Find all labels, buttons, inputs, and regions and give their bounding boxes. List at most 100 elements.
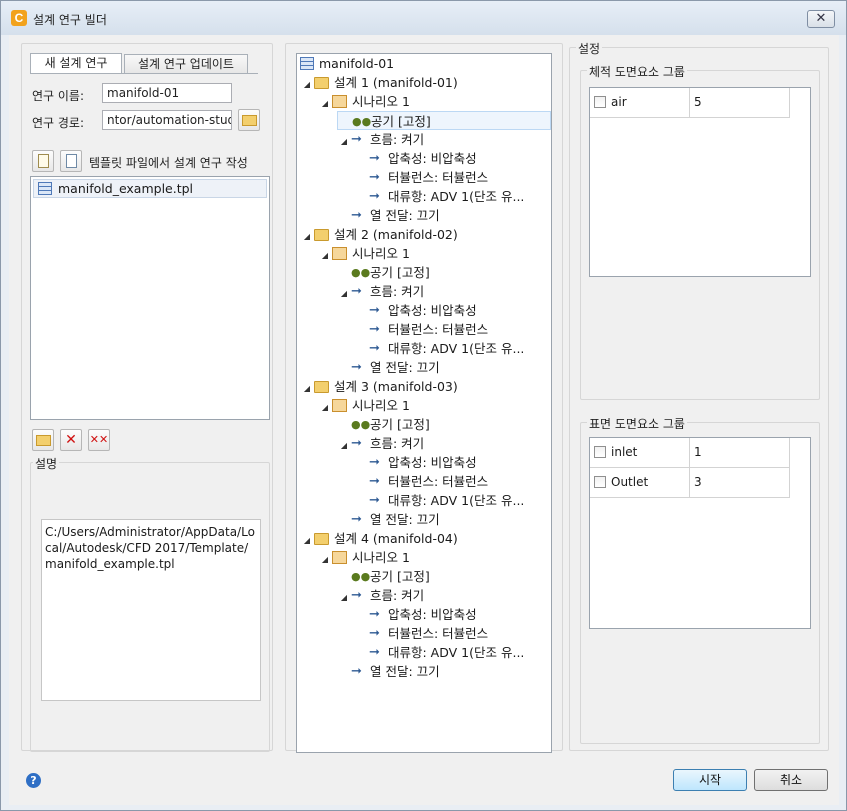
tree-flow[interactable]: ◢ ➞ 흐름: 켜기 — [337, 586, 424, 605]
collapse-triangle-icon[interactable]: ◢ — [300, 531, 314, 550]
tree-material-label: 공기 [고정] — [370, 569, 430, 584]
new-file-button[interactable] — [32, 150, 54, 172]
tree-flow[interactable]: ◢ ➞ 흐름: 켜기 — [337, 434, 424, 453]
volume-value-cell[interactable]: 5 — [690, 88, 790, 118]
tree-heat[interactable]: ➞ 열 전달: 끄기 — [337, 510, 440, 529]
tree-flow[interactable]: ◢ ➞ 흐름: 켜기 — [337, 282, 424, 301]
study-path-input[interactable]: ntor/automation-study — [102, 110, 232, 130]
app-logo-icon: C — [11, 10, 27, 26]
template-create-label: 템플릿 파일에서 설계 연구 작성 — [89, 156, 248, 170]
arrow-icon: ➞ — [351, 511, 362, 527]
tree-flow-label: 흐름: 켜기 — [370, 436, 425, 451]
collapse-triangle-icon[interactable]: ◢ — [318, 398, 332, 417]
study-name-input[interactable]: manifold-01 — [102, 83, 232, 103]
tree-flow-item[interactable]: ➞ 대류항: ADV 1(단조 유... — [355, 187, 524, 206]
tree-flow-item[interactable]: ➞ 터뷸런스: 터뷸런스 — [355, 168, 488, 187]
tree-material[interactable]: ●●공기 [고정] — [337, 263, 430, 282]
tree-flow[interactable]: ◢ ➞ 흐름: 켜기 — [337, 130, 424, 149]
tree-heat-label: 열 전달: 끄기 — [370, 512, 440, 527]
tree-scenario[interactable]: ◢ 시나리오 1 — [318, 548, 410, 567]
tree-design-3[interactable]: ◢ 설계 3 (manifold-03) — [300, 377, 458, 396]
table-row[interactable]: Outlet 3 — [590, 468, 790, 498]
tree-scenario[interactable]: ◢ 시나리오 1 — [318, 92, 410, 111]
collapse-triangle-icon[interactable]: ◢ — [318, 550, 332, 569]
folder-open-icon — [242, 115, 257, 126]
tree-flow-item[interactable]: ➞ 압축성: 비압축성 — [355, 453, 477, 472]
collapse-triangle-icon[interactable]: ◢ — [337, 132, 351, 151]
collapse-triangle-icon[interactable]: ◢ — [318, 246, 332, 265]
row-checkbox[interactable] — [594, 95, 606, 108]
table-icon — [38, 182, 52, 195]
design-tree[interactable]: manifold-01 ◢ 설계 1 (manifold-01) ◢ 시나리오 1 … — [296, 53, 552, 753]
tree-design-4[interactable]: ◢ 설계 4 (manifold-04) — [300, 529, 458, 548]
tree-flow-item[interactable]: ➞ 압축성: 비압축성 — [355, 149, 477, 168]
arrow-icon: ➞ — [351, 283, 362, 299]
start-button[interactable]: 시작 — [673, 769, 747, 791]
blank-page-button[interactable] — [60, 150, 82, 172]
tree-flow-item-label: 대류항: ADV 1(단조 유... — [388, 189, 525, 204]
tree-flow-item[interactable]: ➞ 대류항: ADV 1(단조 유... — [355, 339, 524, 358]
collapse-triangle-icon[interactable]: ◢ — [337, 436, 351, 455]
surface-name-cell: inlet — [590, 438, 690, 468]
tree-root[interactable]: manifold-01 — [300, 54, 394, 73]
tree-material-label: 공기 [고정] — [370, 417, 430, 432]
help-icon[interactable]: ? — [26, 773, 41, 788]
tree-scenario[interactable]: ◢ 시나리오 1 — [318, 244, 410, 263]
list-item[interactable]: manifold_example.tpl — [33, 179, 267, 198]
close-button[interactable]: ✕ — [807, 10, 835, 28]
tree-flow-item[interactable]: ➞ 터뷸런스: 터뷸런스 — [355, 472, 488, 491]
row-checkbox[interactable] — [594, 445, 606, 458]
description-text: C:/Users/Administrator/AppData/Local/Aut… — [41, 519, 261, 701]
tree-material[interactable]: ●●공기 [고정] — [337, 567, 430, 586]
tree-flow-item[interactable]: ➞ 터뷸런스: 터뷸런스 — [355, 624, 488, 643]
tab-new-study[interactable]: 새 설계 연구 — [30, 53, 122, 74]
design-folder-icon — [314, 532, 329, 545]
collapse-triangle-icon[interactable]: ◢ — [318, 94, 332, 113]
arrow-icon: ➞ — [369, 302, 380, 318]
tree-heat[interactable]: ➞ 열 전달: 끄기 — [337, 662, 440, 681]
tree-design-label: 설계 4 (manifold-04) — [334, 531, 458, 546]
tree-design-2[interactable]: ◢ 설계 2 (manifold-02) — [300, 225, 458, 244]
arrow-icon: ➞ — [351, 663, 362, 679]
delete-all-button[interactable]: ✕✕ — [88, 429, 110, 451]
tree-material[interactable]: ●●공기 [고정] — [337, 111, 551, 130]
surface-value-cell[interactable]: 3 — [690, 468, 790, 498]
open-template-button[interactable] — [32, 429, 54, 451]
table-row[interactable]: air 5 — [590, 88, 790, 118]
collapse-triangle-icon[interactable]: ◢ — [337, 284, 351, 303]
browse-folder-button[interactable] — [238, 109, 260, 131]
delete-button[interactable]: ✕ — [60, 429, 82, 451]
tree-material[interactable]: ●●공기 [고정] — [337, 415, 430, 434]
collapse-triangle-icon[interactable]: ◢ — [300, 227, 314, 246]
tree-heat[interactable]: ➞ 열 전달: 끄기 — [337, 206, 440, 225]
settings-label: 설정 — [576, 40, 603, 57]
tree-heat-label: 열 전달: 끄기 — [370, 208, 440, 223]
tree-design-1[interactable]: ◢ 설계 1 (manifold-01) — [300, 73, 458, 92]
tree-heat[interactable]: ➞ 열 전달: 끄기 — [337, 358, 440, 377]
tree-flow-item[interactable]: ➞ 대류항: ADV 1(단조 유... — [355, 643, 524, 662]
tree-flow-item[interactable]: ➞ 압축성: 비압축성 — [355, 605, 477, 624]
table-row[interactable]: inlet 1 — [590, 438, 790, 468]
arrow-icon: ➞ — [369, 321, 380, 337]
collapse-triangle-icon[interactable]: ◢ — [337, 588, 351, 607]
tab-update-study[interactable]: 설계 연구 업데이트 — [124, 54, 248, 74]
title-bar: C 설계 연구 빌더 ✕ — [1, 1, 846, 35]
surface-grid[interactable]: inlet 1 Outlet 3 — [589, 437, 811, 629]
surface-group: 표면 도면요소 그룹 inlet 1 Outlet 3 — [580, 415, 820, 744]
tree-scenario-label: 시나리오 1 — [352, 94, 410, 109]
tree-scenario[interactable]: ◢ 시나리오 1 — [318, 396, 410, 415]
cancel-button[interactable]: 취소 — [754, 769, 828, 791]
tree-flow-item[interactable]: ➞ 압축성: 비압축성 — [355, 301, 477, 320]
tree-material-label: 공기 [고정] — [370, 265, 430, 280]
collapse-triangle-icon[interactable]: ◢ — [300, 75, 314, 94]
surface-value-cell[interactable]: 1 — [690, 438, 790, 468]
tree-flow-item[interactable]: ➞ 대류항: ADV 1(단조 유... — [355, 491, 524, 510]
collapse-triangle-icon[interactable]: ◢ — [300, 379, 314, 398]
tree-flow-label: 흐름: 켜기 — [370, 132, 425, 147]
description-group: 설명 C:/Users/Administrator/AppData/Local/… — [30, 455, 270, 752]
template-file-list[interactable]: manifold_example.tpl — [30, 176, 270, 420]
row-checkbox[interactable] — [594, 475, 606, 488]
volume-grid[interactable]: air 5 — [589, 87, 811, 277]
tree-flow-item[interactable]: ➞ 터뷸런스: 터뷸런스 — [355, 320, 488, 339]
arrow-icon: ➞ — [351, 435, 362, 451]
